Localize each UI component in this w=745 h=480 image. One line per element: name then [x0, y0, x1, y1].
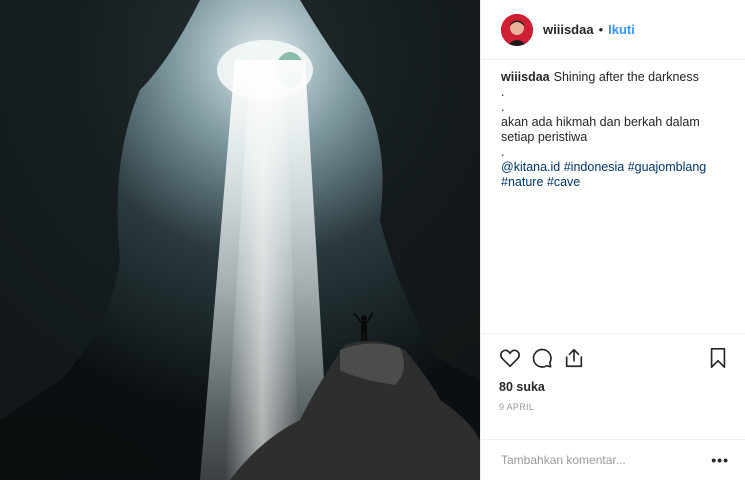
post-header: wiiisdaa • Ikuti — [481, 0, 745, 60]
header-username[interactable]: wiiisdaa — [543, 22, 594, 37]
caption-dot: . — [501, 145, 505, 159]
post-date: 9 APRIL — [499, 402, 535, 412]
post-image[interactable] — [0, 0, 480, 480]
caption-dot: . — [501, 100, 505, 114]
header-separator: • — [598, 22, 604, 37]
caption-tags: @kitana.id #indonesia #guajomblang #natu… — [501, 160, 729, 190]
comment-icon[interactable] — [531, 347, 553, 369]
caption-line: akan ada hikmah dan berkah dalam setiap … — [501, 115, 700, 144]
hashtag-link[interactable]: #nature — [501, 175, 543, 189]
caption-dot: . — [501, 85, 505, 99]
caption-username[interactable]: wiiisdaa — [501, 70, 550, 84]
avatar-image — [501, 13, 533, 46]
post-actions: 80 suka 9 APRIL — [481, 333, 745, 439]
heart-icon[interactable] — [499, 347, 521, 369]
likes-count[interactable]: 80 suka — [499, 380, 729, 394]
cave-photo — [0, 0, 480, 480]
avatar[interactable] — [501, 13, 533, 46]
bookmark-icon[interactable] — [707, 347, 729, 369]
hashtag-link[interactable]: #guajomblang — [628, 160, 707, 174]
comment-input[interactable]: Tambahkan komentar... — [501, 453, 711, 467]
hashtag-link[interactable]: @kitana.id — [501, 160, 560, 174]
comment-box: Tambahkan komentar... ••• — [481, 439, 745, 480]
post-sidebar: wiiisdaa • Ikuti wiiisdaa Shining after t… — [480, 0, 745, 480]
more-options-icon[interactable]: ••• — [711, 452, 729, 468]
share-icon[interactable] — [563, 347, 585, 369]
action-icons — [499, 340, 729, 376]
hashtag-link[interactable]: #cave — [547, 175, 580, 189]
instagram-post: wiiisdaa • Ikuti wiiisdaa Shining after t… — [0, 0, 745, 480]
post-caption: wiiisdaa Shining after the darkness . . a… — [481, 60, 745, 333]
hashtag-link[interactable]: #indonesia — [564, 160, 624, 174]
follow-button[interactable]: Ikuti — [608, 22, 635, 37]
caption-text: Shining after the darkness — [553, 70, 699, 84]
